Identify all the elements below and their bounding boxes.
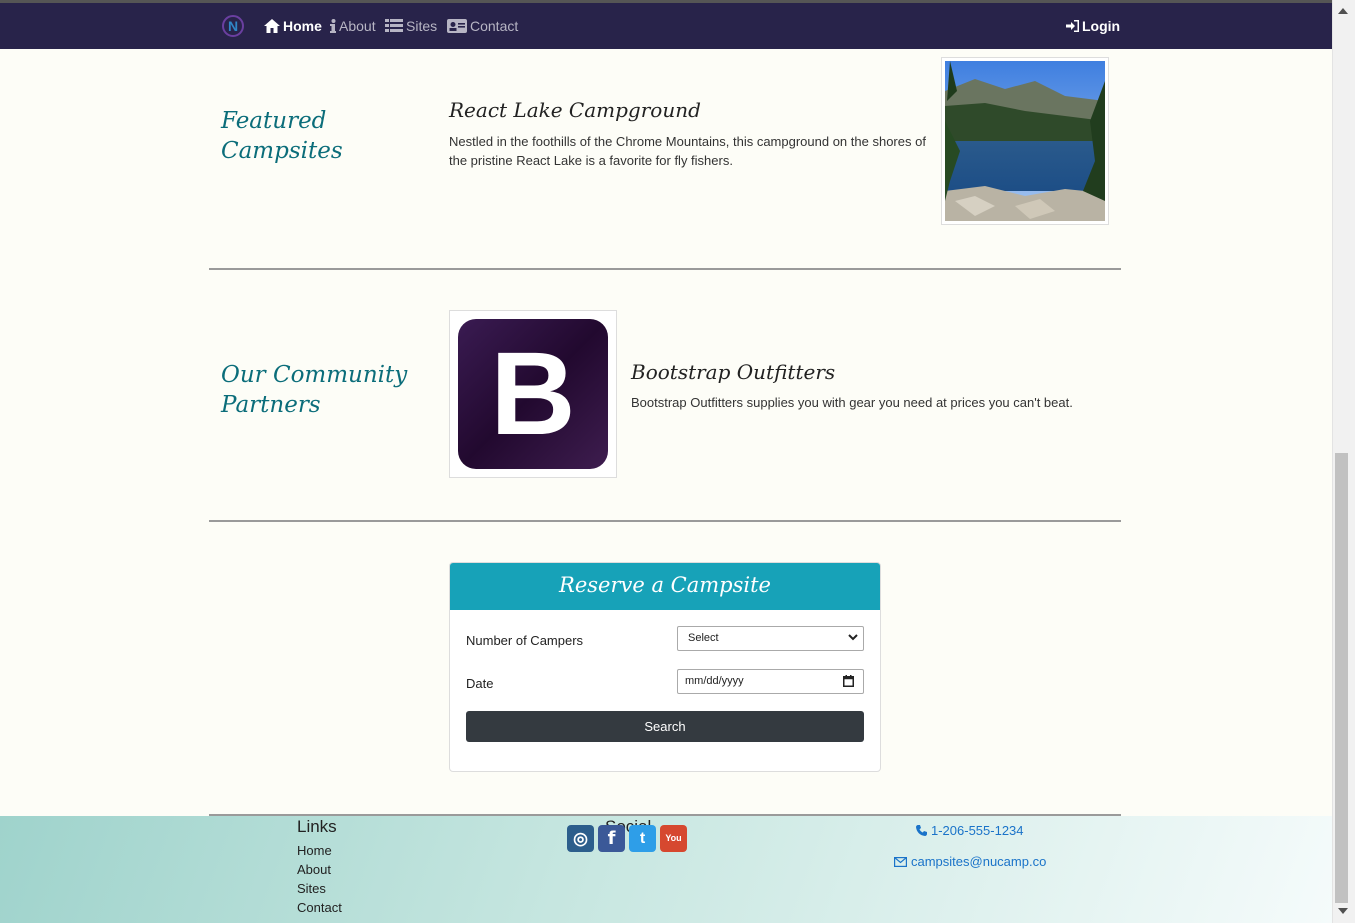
nav-sites[interactable]: Sites: [385, 18, 437, 34]
footer-phone[interactable]: 1-206-555-1234: [916, 823, 1024, 838]
date-input-value: mm/dd/yyyy: [685, 675, 744, 687]
calendar-icon[interactable]: [843, 675, 854, 687]
footer-phone-text: 1-206-555-1234: [931, 823, 1024, 838]
partners-heading-line2: Partners: [221, 392, 321, 418]
navbar: N Home About Sites Contact Login: [0, 3, 1332, 49]
campsite-thumbnail: [941, 57, 1109, 225]
footer-links-title: Links: [297, 817, 337, 836]
bootstrap-logo: B: [458, 319, 608, 469]
footer-link-contact[interactable]: Contact: [297, 900, 342, 915]
facebook-icon[interactable]: f: [598, 825, 625, 852]
footer-email[interactable]: campsites@nucamp.co: [894, 854, 1046, 869]
nav-home-label: Home: [283, 18, 322, 34]
featured-heading: Featured Campsites: [221, 106, 343, 166]
section-divider: [209, 268, 1121, 270]
envelope-icon: [894, 856, 907, 867]
scroll-up-arrow-icon[interactable]: [1338, 8, 1348, 14]
footer-email-text: campsites@nucamp.co: [911, 854, 1047, 869]
list-icon: [385, 19, 403, 32]
nav-about-label: About: [339, 18, 376, 34]
nav-contact[interactable]: Contact: [447, 18, 518, 34]
partners-heading-line1: Our Community: [221, 362, 408, 388]
chevron-down-icon: [848, 634, 858, 641]
youtube-icon[interactable]: You: [660, 825, 687, 852]
twitter-icon[interactable]: t: [629, 825, 656, 852]
reserve-card: Reserve a Campsite Number of Campers Sel…: [449, 562, 881, 772]
partner-logo-frame: B: [449, 310, 617, 478]
campers-select-value: Select: [688, 632, 719, 644]
date-label: Date: [466, 676, 494, 691]
campsite-name: React Lake Campground: [449, 98, 701, 122]
campers-label: Number of Campers: [466, 633, 584, 648]
partner-description: Bootstrap Outfitters supplies you with g…: [631, 395, 1073, 410]
footer-link-home[interactable]: Home: [297, 843, 332, 858]
campers-select[interactable]: Select: [677, 626, 864, 651]
scrollbar-thumb[interactable]: [1335, 453, 1348, 903]
login-link[interactable]: Login: [1066, 18, 1120, 34]
partner-name: Bootstrap Outfitters: [631, 360, 836, 384]
nav-about[interactable]: About: [330, 18, 376, 34]
lake-photo: [945, 61, 1105, 221]
search-button[interactable]: Search: [466, 711, 864, 742]
reserve-card-title: Reserve a Campsite: [450, 563, 880, 610]
footer-link-sites[interactable]: Sites: [297, 881, 326, 896]
featured-heading-line2: Campsites: [221, 138, 343, 164]
home-icon: [264, 19, 280, 33]
date-input[interactable]: mm/dd/yyyy: [677, 669, 864, 694]
phone-icon: [916, 825, 927, 836]
partners-heading: Our Community Partners: [221, 360, 407, 420]
scroll-down-arrow-icon[interactable]: [1338, 908, 1348, 914]
footer-link-about[interactable]: About: [297, 862, 331, 877]
nav-contact-label: Contact: [470, 18, 519, 34]
brand-logo[interactable]: N: [222, 15, 244, 37]
sign-in-icon: [1066, 20, 1079, 32]
nav-sites-label: Sites: [406, 18, 438, 34]
address-card-icon: [447, 19, 467, 33]
featured-heading-line1: Featured: [221, 108, 327, 134]
info-icon: [330, 19, 336, 33]
login-label: Login: [1082, 18, 1121, 34]
campsite-description: Nestled in the foothills of the Chrome M…: [449, 134, 926, 168]
instagram-icon[interactable]: ◎: [567, 825, 594, 852]
section-divider: [209, 520, 1121, 522]
nav-home[interactable]: Home: [264, 18, 322, 34]
